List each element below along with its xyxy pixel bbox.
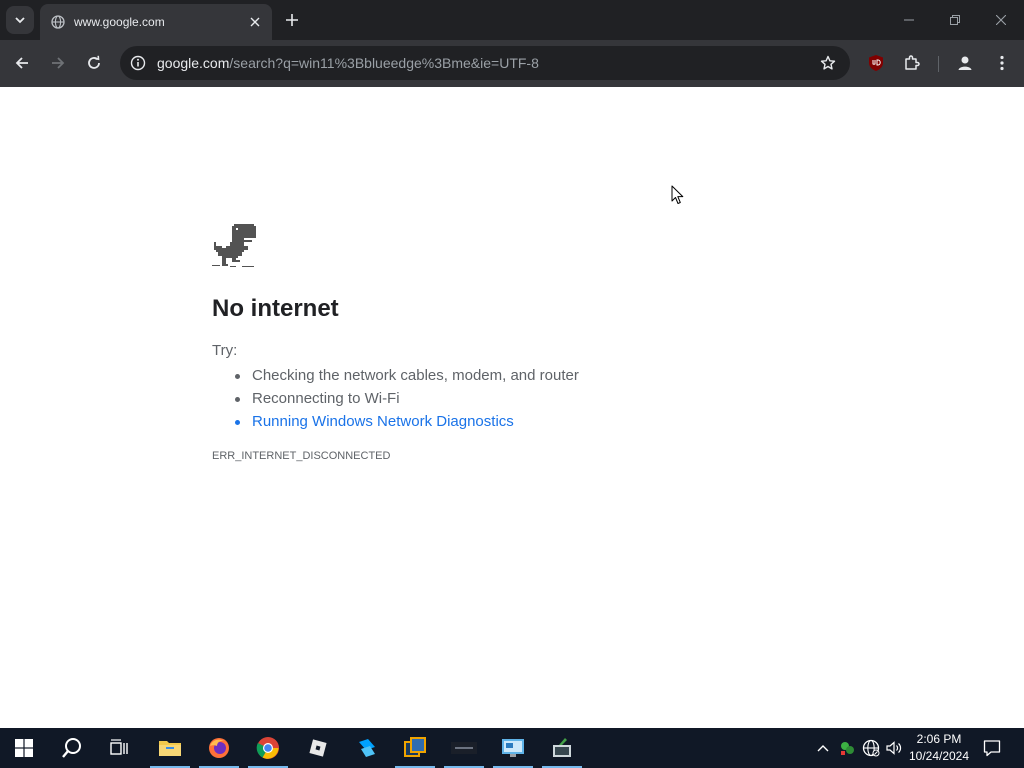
close-window-button[interactable] <box>978 0 1024 40</box>
back-icon <box>15 57 28 69</box>
tray-app-button[interactable] <box>837 738 857 758</box>
suggestion-item: Checking the network cables, modem, and … <box>235 364 579 387</box>
roblox-studio-icon <box>359 739 375 757</box>
error-code: ERR_INTERNET_DISCONNECTED <box>212 450 391 462</box>
close-icon <box>996 15 1006 25</box>
error-title: No internet <box>212 295 339 322</box>
volume-button[interactable] <box>884 738 904 758</box>
network-button[interactable] <box>861 738 881 758</box>
app-dark-icon <box>451 742 477 754</box>
mouse-cursor-icon <box>671 185 684 204</box>
roblox-studio-app[interactable] <box>343 728 391 768</box>
firefox-icon <box>209 738 229 758</box>
forward-button[interactable] <box>44 49 72 77</box>
start-button[interactable] <box>0 728 48 768</box>
url-path: /search?q=win11%3Bblueedge%3Bme&ie=UTF-8 <box>229 55 539 71</box>
minimize-button[interactable] <box>886 0 932 40</box>
ublock-extension-button[interactable] <box>862 49 890 77</box>
reload-button[interactable] <box>80 49 108 77</box>
bookmark-button[interactable] <box>818 53 838 73</box>
globe-icon <box>862 739 880 757</box>
extensions-icon <box>905 55 920 70</box>
notification-icon <box>983 740 1001 757</box>
chevron-up-icon <box>817 745 829 752</box>
close-icon <box>250 17 260 27</box>
plus-icon <box>286 14 298 26</box>
search-icon <box>62 738 81 758</box>
site-info-icon <box>130 55 146 71</box>
search-button[interactable] <box>48 728 96 768</box>
star-icon <box>820 55 836 70</box>
restore-icon <box>950 15 960 25</box>
firefox-app[interactable] <box>195 728 243 768</box>
speaker-icon <box>886 741 902 755</box>
chrome-icon <box>256 737 279 759</box>
ublock-icon <box>869 55 883 71</box>
task-view-icon <box>110 739 128 755</box>
reload-icon <box>88 55 100 69</box>
dark-app[interactable] <box>440 728 488 768</box>
suggestion-list: Checking the network cables, modem, and … <box>235 364 579 433</box>
taskbar-clock[interactable]: 2:06 PM 10/24/2024 <box>904 731 974 765</box>
tab-title: www.google.com <box>74 15 165 29</box>
forward-icon <box>52 57 65 69</box>
remote-desktop-app[interactable] <box>489 728 537 768</box>
url-text: google.com/search?q=win11%3Bblueedge%3Bm… <box>157 55 539 71</box>
browser-toolbar: google.com/search?q=win11%3Bblueedge%3Bm… <box>0 40 1024 87</box>
taskbar: 2:06 PM 10/24/2024 <box>0 728 1024 768</box>
file-explorer-app[interactable] <box>146 728 194 768</box>
tray-app-icon <box>841 742 854 755</box>
clock-date: 10/24/2024 <box>908 749 970 763</box>
minimize-icon <box>904 19 914 21</box>
site-info-button[interactable] <box>128 53 148 73</box>
new-tab-button[interactable] <box>280 8 304 32</box>
terminal-app-icon <box>553 738 571 757</box>
dino-icon[interactable] <box>212 224 256 268</box>
restore-button[interactable] <box>932 0 978 40</box>
toolbar-divider <box>938 56 939 72</box>
windows-logo-icon <box>15 739 33 757</box>
extensions-button[interactable] <box>898 49 926 77</box>
roblox-app[interactable] <box>294 728 342 768</box>
roblox-icon <box>309 739 327 757</box>
task-view-button[interactable] <box>96 728 144 768</box>
menu-icon <box>1000 55 1004 71</box>
profile-button[interactable] <box>951 49 979 77</box>
globe-icon <box>50 14 66 30</box>
profile-icon <box>958 56 972 70</box>
tab-strip: www.google.com <box>0 0 1024 40</box>
remote-desktop-icon <box>502 739 524 757</box>
try-label: Try: <box>212 342 238 359</box>
close-tab-button[interactable] <box>246 13 264 31</box>
show-hidden-icons-button[interactable] <box>813 738 833 758</box>
address-bar[interactable]: google.com/search?q=win11%3Bblueedge%3Bm… <box>120 46 850 80</box>
suggestion-item: Reconnecting to Wi-Fi <box>235 387 579 410</box>
back-button[interactable] <box>8 49 36 77</box>
clock-time: 2:06 PM <box>916 732 962 746</box>
menu-button[interactable] <box>988 49 1016 77</box>
tab-active[interactable]: www.google.com <box>40 4 272 40</box>
tab-search-icon <box>15 17 25 24</box>
folder-icon <box>159 741 181 756</box>
network-diagnostics-link[interactable]: Running Windows Network Diagnostics <box>235 410 579 433</box>
virtualbox-app[interactable] <box>391 728 439 768</box>
url-host: google.com <box>157 55 230 71</box>
tab-search-button[interactable] <box>6 6 34 34</box>
terminal-app[interactable] <box>538 728 586 768</box>
error-page: No internet Try: Checking the network ca… <box>0 87 1024 728</box>
virtualbox-icon <box>404 737 426 757</box>
action-center-button[interactable] <box>980 736 1004 760</box>
chrome-app[interactable] <box>244 728 292 768</box>
